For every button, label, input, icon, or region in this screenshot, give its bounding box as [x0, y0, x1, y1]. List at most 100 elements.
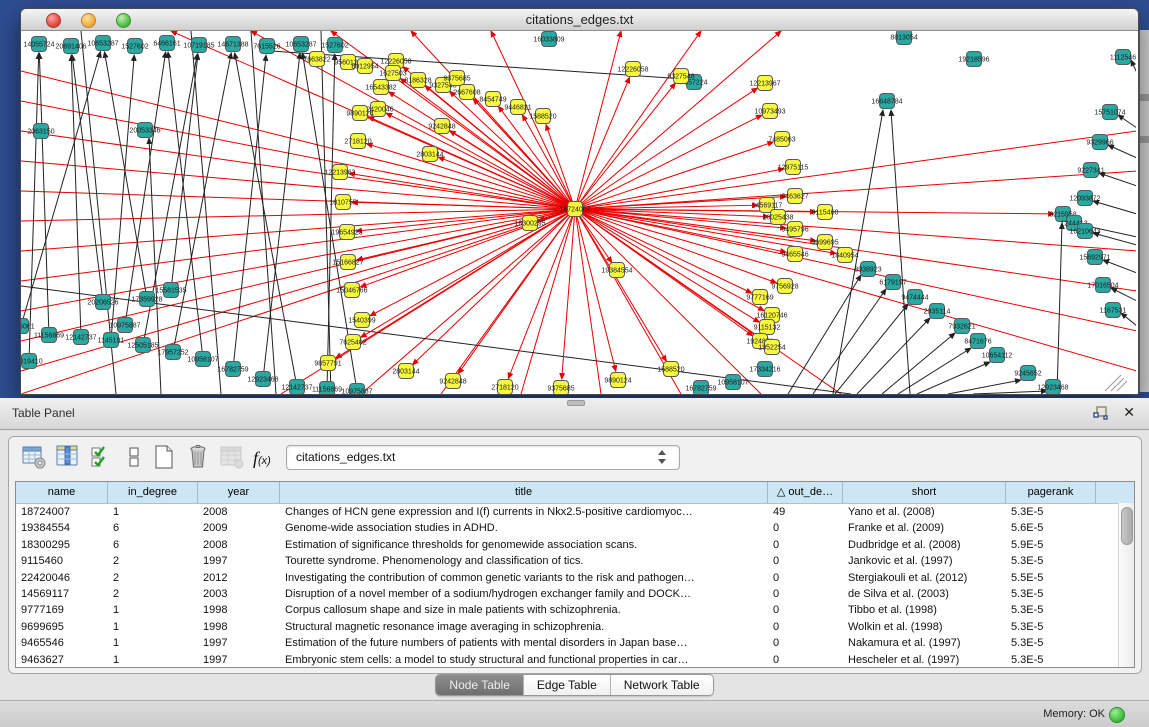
table-cell[interactable]: Estimation of the future numbers of pati… — [280, 635, 768, 651]
table-cell[interactable]: 9777169 — [16, 602, 108, 618]
table-cell[interactable]: Changes of HCN gene expression and I(f) … — [280, 504, 768, 520]
graph-node[interactable]: 12093872 — [1069, 191, 1100, 206]
graph-node[interactable]: 9245652 — [1014, 366, 1041, 381]
graph-node[interactable]: 9777169 — [746, 290, 773, 305]
graph-node[interactable]: 16782759 — [217, 362, 248, 377]
table-cell[interactable]: 5.3E-5 — [1006, 652, 1096, 668]
graph-node[interactable]: 9115460 — [812, 205, 839, 220]
table-cell[interactable]: Embryonic stem cells: a model to study s… — [280, 652, 768, 668]
table-cell[interactable]: 0 — [768, 553, 843, 569]
table-selector-dropdown[interactable]: citations_edges.txt — [286, 445, 680, 470]
graph-node[interactable]: 16543382 — [365, 80, 396, 95]
table-cell[interactable]: Stergiakouli et al. (2012) — [843, 570, 1006, 586]
delete-table-icon[interactable] — [185, 444, 211, 472]
table-cell[interactable]: 5.3E-5 — [1006, 553, 1096, 569]
table-cell[interactable]: 5.3E-5 — [1006, 635, 1096, 651]
scrollbar-thumb[interactable] — [1121, 507, 1133, 545]
table-cell[interactable]: 0 — [768, 520, 843, 536]
table-cell[interactable]: Corpus callosum shape and size in male p… — [280, 602, 768, 618]
table-cell[interactable]: Yano et al. (2008) — [843, 504, 1006, 520]
table-cell[interactable]: 5.3E-5 — [1006, 504, 1096, 520]
table-cell[interactable]: 0 — [768, 635, 843, 651]
graph-node[interactable]: 11156869 — [312, 382, 342, 395]
table-cell[interactable]: 18300295 — [16, 537, 108, 553]
import-table-icon[interactable] — [219, 444, 245, 472]
column-header-year[interactable]: year — [198, 482, 280, 503]
row-height-icon[interactable] — [121, 444, 147, 472]
column-header-title[interactable]: title — [280, 482, 768, 503]
table-cell[interactable]: 19384554 — [16, 520, 108, 536]
network-graph[interactable]: 1405572420691406106532871527602646616110… — [21, 31, 1136, 394]
table-cell[interactable]: 1998 — [198, 602, 280, 618]
graph-node[interactable]: 9857791 — [314, 356, 341, 371]
graph-node[interactable]: 1145191 — [98, 333, 125, 348]
table-cell[interactable]: Dudbridge et al. (2008) — [843, 537, 1006, 553]
graph-node[interactable]: 18300295 — [514, 216, 545, 231]
table-row[interactable]: 1830029562008Estimation of significance … — [16, 537, 1134, 553]
table-cell[interactable]: 6 — [108, 520, 198, 536]
graph-node[interactable]: 10654112 — [982, 348, 1013, 363]
table-cell[interactable]: 9699695 — [16, 619, 108, 635]
graph-node[interactable]: 16782759 — [685, 381, 716, 395]
graph-node[interactable]: 10719185 — [183, 38, 214, 53]
graph-node[interactable]: 2718120 — [344, 134, 371, 149]
table-cell[interactable]: 2009 — [198, 520, 280, 536]
table-cell[interactable]: Genome-wide association studies in ADHD. — [280, 520, 768, 536]
show-column-icon[interactable] — [55, 444, 81, 472]
graph-node[interactable]: 2803144 — [392, 364, 419, 379]
graph-node[interactable]: 11156869 — [34, 328, 64, 343]
graph-node[interactable]: 14055724 — [23, 37, 54, 52]
graph-node[interactable]: 9756928 — [771, 279, 798, 294]
graph-node[interactable]: 12923468 — [247, 372, 278, 387]
table-row[interactable]: 2242004622012Investigating the contribut… — [16, 570, 1134, 586]
graph-node[interactable]: 16033809 — [533, 32, 564, 47]
graph-node[interactable]: 20053346 — [129, 123, 160, 138]
table-cell[interactable]: 1 — [108, 619, 198, 635]
graph-node[interactable]: 1810755 — [329, 195, 356, 210]
table-cell[interactable]: Disruption of a novel member of a sodium… — [280, 586, 768, 602]
graph-node[interactable]: 9474444 — [901, 290, 928, 305]
table-row[interactable]: 969969511998Structural magnetic resonanc… — [16, 619, 1134, 635]
table-cell[interactable]: Structural magnetic resonance image aver… — [280, 619, 768, 635]
graph-node[interactable]: 19384554 — [601, 263, 632, 278]
table-row[interactable]: 1456911722003Disruption of a novel membe… — [16, 586, 1134, 602]
graph-node[interactable]: 12923468 — [1037, 380, 1068, 395]
graph-node[interactable]: 7485063 — [768, 132, 795, 147]
table-cell[interactable]: Tibbo et al. (1998) — [843, 602, 1006, 618]
graph-node[interactable]: 12142737 — [281, 380, 312, 395]
table-cell[interactable]: 2008 — [198, 504, 280, 520]
graph-node[interactable]: 15692971 — [1079, 250, 1110, 265]
table-cell[interactable]: 1 — [108, 602, 198, 618]
table-cell[interactable]: 1 — [108, 635, 198, 651]
table-row[interactable]: 946554611997Estimation of the future num… — [16, 635, 1134, 651]
column-header-pagerank[interactable]: pagerank — [1006, 482, 1096, 503]
table-cell[interactable]: 49 — [768, 504, 843, 520]
graph-node[interactable]: 9019410 — [21, 354, 43, 369]
tab-edge-table[interactable]: Edge Table — [524, 675, 611, 695]
table-cell[interactable]: de Silva et al. (2003) — [843, 586, 1006, 602]
graph-node[interactable]: 8454749 — [479, 92, 506, 107]
graph-node[interactable]: 7932621 — [948, 319, 975, 334]
table-cell[interactable]: Franke et al. (2009) — [843, 520, 1006, 536]
table-cell[interactable]: 22420046 — [16, 570, 108, 586]
graph-node[interactable]: 12213967 — [749, 76, 780, 91]
graph-node[interactable]: 9242848 — [439, 374, 466, 389]
network-canvas[interactable]: 1405572420691406106532871527602646616110… — [21, 31, 1138, 394]
table-row[interactable]: 977716911998Corpus callosum shape and si… — [16, 602, 1134, 618]
table-cell[interactable]: Hescheler et al. (1997) — [843, 652, 1006, 668]
graph-node[interactable]: 9375685 — [547, 381, 574, 395]
graph-node[interactable]: 9890124 — [604, 373, 631, 388]
graph-node[interactable]: 16648784 — [871, 94, 902, 109]
graph-node[interactable]: 1588520 — [657, 362, 684, 377]
table-cell[interactable]: 18724007 — [16, 504, 108, 520]
graph-node[interactable]: 14671388 — [217, 37, 248, 52]
table-row[interactable]: 911546021997Tourette syndrome. Phenomeno… — [16, 553, 1134, 569]
new-table-icon[interactable] — [151, 444, 177, 472]
graph-node[interactable]: 15581535 — [155, 283, 186, 298]
graph-node[interactable]: 2063150 — [27, 124, 54, 139]
graph-node[interactable]: 2667608 — [453, 85, 480, 100]
table-cell[interactable]: 1997 — [198, 652, 280, 668]
graph-node[interactable]: 10975887 — [109, 318, 140, 333]
graph-node[interactable]: 8471676 — [964, 334, 991, 349]
graph-node[interactable]: 9446821 — [504, 100, 531, 115]
